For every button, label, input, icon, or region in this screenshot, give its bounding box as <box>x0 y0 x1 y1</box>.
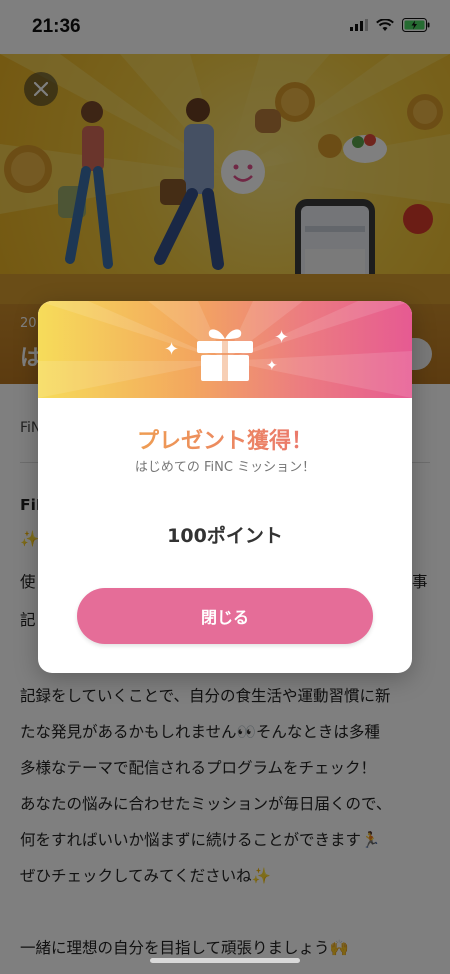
modal-title: プレゼント獲得！ <box>38 423 412 455</box>
present-modal: ✦ ✦ ✦ プレゼント獲得！ はじめての FiNC ミッション！ 100ポイント… <box>38 301 412 673</box>
gift-icon <box>197 329 253 381</box>
sparkle-icon: ✦ <box>266 358 278 374</box>
sparkle-icon: ✦ <box>164 339 180 360</box>
modal-subtitle: はじめての FiNC ミッション！ <box>134 460 316 475</box>
modal-header: ✦ ✦ ✦ <box>38 301 412 398</box>
home-indicator[interactable] <box>150 958 300 963</box>
sparkle-icon: ✦ <box>274 327 290 348</box>
close-button[interactable]: 閉じる <box>77 588 373 644</box>
points-value: 100ポイント <box>167 525 283 547</box>
